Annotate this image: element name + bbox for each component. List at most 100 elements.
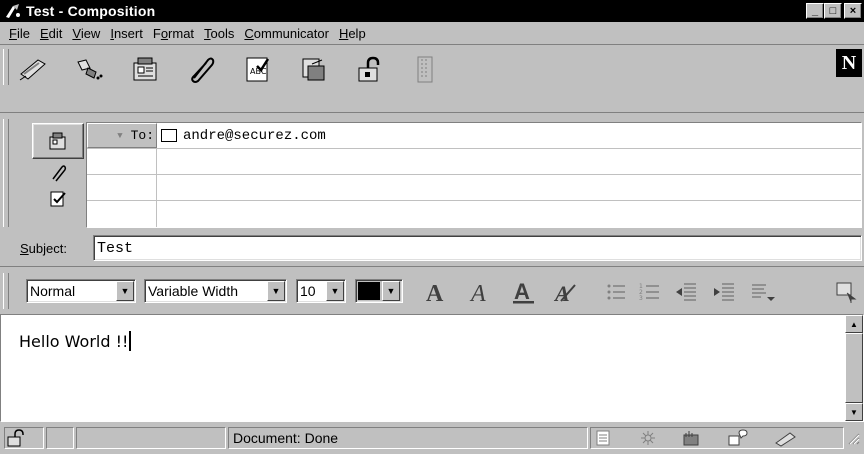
decrease-indent-button[interactable] <box>672 278 700 306</box>
formatting-toolbar: Normal ▼ Variable Width ▼ 10 ▼ ▼ A A A A… <box>0 266 864 314</box>
menu-communicator[interactable]: Communicator <box>239 26 334 41</box>
alignment-button[interactable] <box>748 278 776 306</box>
recipient-row-empty[interactable] <box>87 149 861 175</box>
paragraph-style-value: Normal <box>30 283 76 299</box>
menu-view[interactable]: View <box>67 26 105 41</box>
svg-text:A: A <box>514 279 530 304</box>
chevron-down-icon[interactable]: ▼ <box>116 281 134 301</box>
recipient-row-empty[interactable] <box>87 201 861 227</box>
resize-grip-icon <box>848 433 860 445</box>
scrollbar-thumb[interactable] <box>845 333 863 403</box>
increase-indent-button[interactable] <box>710 278 738 306</box>
attach-button[interactable] <box>182 50 220 88</box>
title-bar[interactable]: Test - Composition _ □ × <box>0 0 864 22</box>
color-swatch <box>358 282 380 300</box>
close-button[interactable]: × <box>844 3 862 19</box>
security-status[interactable] <box>4 427 44 449</box>
text-caret <box>129 331 132 351</box>
subject-input[interactable]: Test <box>93 235 862 261</box>
address-type-label: To: <box>130 128 154 143</box>
recipient-field[interactable]: andre@securez.com <box>161 123 326 148</box>
recipient-row[interactable]: ▼ To: andre@securez.com <box>87 123 861 149</box>
font-select[interactable]: Variable Width ▼ <box>144 279 287 303</box>
menu-view-rest: iew <box>80 25 101 41</box>
message-body: Hello World !! <box>19 332 129 351</box>
toolbar-grip[interactable] <box>3 49 9 85</box>
security-button[interactable] <box>350 50 388 88</box>
menu-edit[interactable]: Edit <box>35 26 67 41</box>
address-type-cell[interactable] <box>87 175 157 200</box>
scroll-up-button[interactable]: ▲ <box>845 315 863 333</box>
options-tab[interactable] <box>32 187 84 211</box>
quote-button[interactable] <box>70 50 108 88</box>
address-type-cell[interactable] <box>87 201 157 227</box>
bold-button[interactable]: A <box>422 278 450 306</box>
minimize-button[interactable]: _ <box>806 3 824 19</box>
discussions-icon[interactable] <box>727 429 751 447</box>
spelling-button[interactable]: ABC <box>238 50 276 88</box>
address-panel-grip[interactable] <box>3 119 9 227</box>
status-bar: Document: Done <box>0 424 864 454</box>
resize-grip[interactable] <box>846 427 862 449</box>
menu-format[interactable]: Format <box>148 26 199 41</box>
composer-icon[interactable] <box>773 429 799 447</box>
clear-styles-button[interactable]: A <box>552 278 580 306</box>
attachments-tab-icon <box>52 165 67 182</box>
recipient-list[interactable]: ▼ To: andre@securez.com <box>86 122 862 228</box>
text-color-select[interactable]: ▼ <box>355 279 403 303</box>
font-size-select[interactable]: 10 ▼ <box>296 279 346 303</box>
paragraph-style-select[interactable]: Normal ▼ <box>26 279 136 303</box>
component-list-icon[interactable] <box>595 429 615 447</box>
align-left-icon <box>752 284 775 301</box>
send-button[interactable] <box>14 50 52 88</box>
netscape-logo-letter: N <box>841 52 857 74</box>
chevron-down-icon[interactable]: ▼ <box>326 281 344 301</box>
menu-bar: File Edit View Insert Format Tools Commu… <box>0 22 864 44</box>
menu-file[interactable]: File <box>4 26 35 41</box>
chevron-down-icon[interactable]: ▼ <box>267 281 285 301</box>
numbered-list-button[interactable]: 123 <box>636 278 664 306</box>
menu-format-pre: F <box>152 25 161 41</box>
address-icon <box>133 57 157 81</box>
italic-icon: A <box>469 281 486 305</box>
insert-object-button[interactable] <box>832 278 860 306</box>
underline-icon: A <box>513 279 534 304</box>
address-card-icon <box>161 129 177 142</box>
underline-button[interactable]: A <box>510 278 538 306</box>
address-type-dropdown[interactable]: ▼ To: <box>87 123 157 148</box>
decrease-indent-icon <box>676 283 696 301</box>
vertical-scrollbar[interactable]: ▲ ▼ <box>845 315 863 421</box>
attachments-tab[interactable] <box>32 161 84 185</box>
menu-communicator-rest: ommunicator <box>253 25 329 41</box>
options-tab-icon <box>50 191 66 207</box>
address-tab[interactable] <box>32 123 84 159</box>
format-toolbar-grip[interactable] <box>3 273 9 309</box>
maximize-button[interactable]: □ <box>824 3 842 19</box>
save-button[interactable] <box>294 50 332 88</box>
bullet-list-button[interactable] <box>602 278 630 306</box>
scroll-down-button[interactable]: ▼ <box>845 403 863 421</box>
attach-icon <box>191 57 215 83</box>
address-type-cell[interactable] <box>87 149 157 174</box>
menu-tools[interactable]: Tools <box>199 26 239 41</box>
mailbox-icon[interactable] <box>681 429 705 447</box>
navigator-icon[interactable] <box>637 429 659 447</box>
status-text: Document: Done <box>228 427 588 449</box>
recipient-row-empty[interactable] <box>87 175 861 201</box>
spelling-icon: ABC <box>246 57 270 82</box>
menu-insert[interactable]: Insert <box>105 26 148 41</box>
chevron-down-icon[interactable]: ▼ <box>382 281 400 301</box>
message-body-editor[interactable]: Hello World !! ▲ ▼ <box>0 314 864 422</box>
maximize-icon: □ <box>829 5 837 17</box>
menu-help[interactable]: Help <box>334 26 371 41</box>
stop-button[interactable] <box>406 50 444 88</box>
menu-insert-rest: nsert <box>113 25 143 41</box>
italic-button[interactable]: A <box>466 278 494 306</box>
menu-edit-key: E <box>39 25 49 41</box>
font-value: Variable Width <box>148 283 239 299</box>
subject-value: Test <box>97 239 134 257</box>
netscape-logo: N <box>836 49 862 77</box>
composition-toolbar: ABC N <box>0 44 864 112</box>
address-button[interactable] <box>126 50 164 88</box>
increase-indent-icon <box>714 283 734 301</box>
